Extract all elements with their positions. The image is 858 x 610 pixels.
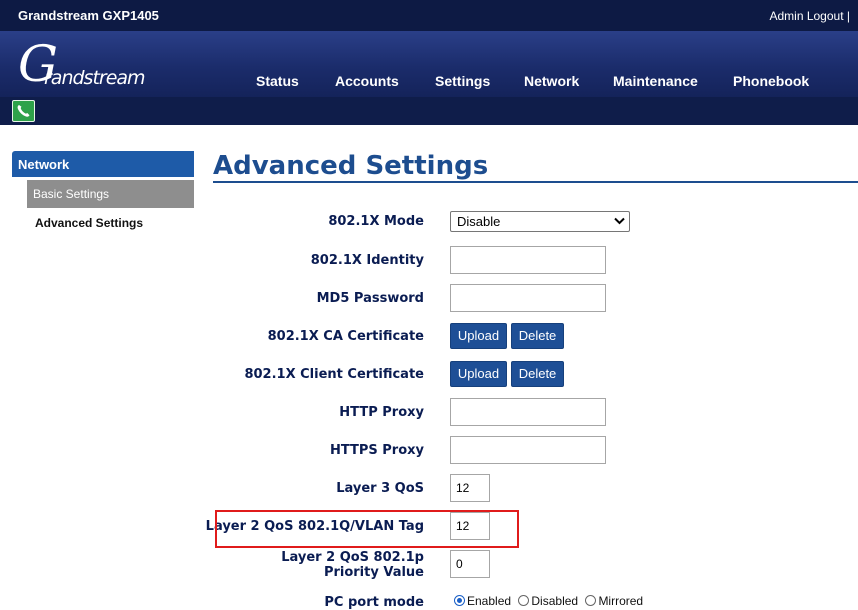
http-proxy-label: HTTP Proxy (339, 405, 424, 420)
header: G randstream Status Accounts Settings Ne… (0, 31, 858, 97)
pc-disabled-label: Disabled (531, 594, 579, 608)
sub-bar (0, 97, 858, 125)
title-divider (213, 181, 858, 183)
sidebar-item-label: Basic Settings (33, 187, 110, 201)
top-bar: Grandstream GXP1405 Admin Logout | (0, 0, 858, 31)
sidebar-item-advanced-settings[interactable]: Advanced Settings (35, 216, 143, 230)
nav-settings[interactable]: Settings (435, 73, 490, 89)
client-cert-label: 802.1X Client Certificate (244, 367, 424, 382)
sidebar-section-network[interactable]: Network (12, 151, 194, 177)
mode-select[interactable]: Disable (450, 211, 630, 232)
pc-mirrored-label: Mirrored (598, 594, 644, 608)
https-proxy-input[interactable] (450, 436, 606, 464)
sidebar-section-label: Network (18, 157, 70, 172)
client-upload-button[interactable]: Upload (450, 361, 507, 387)
layer3-qos-input[interactable]: 12 (450, 474, 490, 502)
nav-status[interactable]: Status (256, 73, 299, 89)
pc-enabled-label: Enabled (467, 594, 512, 608)
nav-phonebook[interactable]: Phonebook (733, 73, 809, 89)
ca-cert-label: 802.1X CA Certificate (267, 329, 424, 344)
admin-logout-link[interactable]: Admin Logout | (769, 9, 850, 23)
pc-disabled-radio[interactable] (518, 595, 530, 606)
ca-upload-button[interactable]: Upload (450, 323, 507, 349)
pc-port-mode-label: PC port mode (324, 595, 424, 610)
pc-port-mode-group: Enabled Disabled Mirrored (454, 594, 647, 608)
ca-delete-button[interactable]: Delete (511, 323, 564, 349)
pc-enabled-radio[interactable] (454, 595, 465, 606)
highlight-box (215, 510, 519, 548)
layer3-qos-label: Layer 3 QoS (336, 481, 424, 496)
http-proxy-input[interactable] (450, 398, 606, 426)
device-title: Grandstream GXP1405 (18, 8, 159, 23)
https-proxy-label: HTTPS Proxy (329, 443, 424, 458)
phone-icon[interactable] (12, 100, 35, 122)
client-delete-button[interactable]: Delete (511, 361, 564, 387)
md5-password-input[interactable] (450, 284, 606, 312)
pc-mirrored-radio[interactable] (585, 595, 597, 606)
nav-accounts[interactable]: Accounts (335, 73, 399, 89)
mode-label: 802.1X Mode (328, 214, 424, 229)
grandstream-logo: G randstream (18, 35, 146, 93)
nav-maintenance[interactable]: Maintenance (613, 73, 698, 89)
chevron-down-icon (614, 217, 625, 225)
nav-network[interactable]: Network (524, 73, 579, 89)
identity-input[interactable] (450, 246, 606, 274)
priority-input[interactable]: 0 (450, 550, 490, 578)
sidebar-item-basic-settings[interactable]: Basic Settings (27, 180, 194, 208)
mode-select-value: Disable (457, 214, 501, 229)
page-title: Advanced Settings (213, 151, 489, 181)
md5-label: MD5 Password (316, 291, 424, 306)
identity-label: 802.1X Identity (310, 253, 424, 268)
priority-label: Layer 2 QoS 802.1p Priority Value (281, 550, 424, 580)
